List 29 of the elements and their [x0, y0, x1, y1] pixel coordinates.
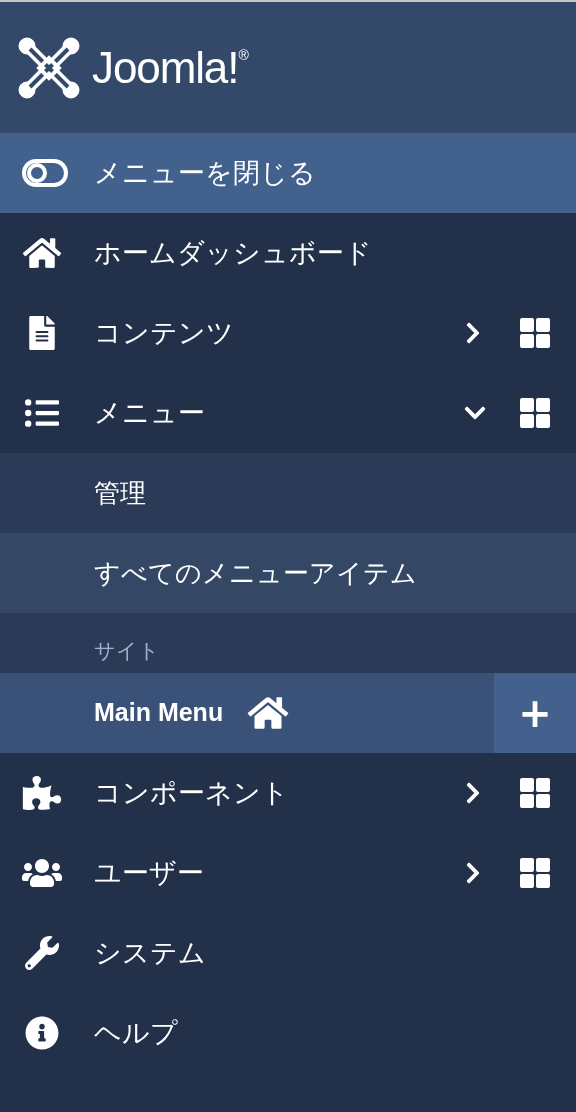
menu-item[interactable]: ホームダッシュボード — [94, 232, 550, 274]
dashboard-grid-icon[interactable] — [520, 778, 550, 808]
menu-item[interactable]: メニュー — [94, 392, 462, 434]
collapse-menu-button[interactable]: メニューを閉じる — [0, 133, 576, 213]
submenu-row[interactable]: 管理 — [0, 453, 576, 533]
menu-item[interactable]: コンテンツ — [94, 312, 462, 354]
menu-item[interactable]: システム — [94, 932, 550, 974]
section-heading: サイト — [94, 637, 160, 665]
dashboard-grid-icon[interactable] — [520, 318, 550, 348]
dashboard-grid-icon[interactable] — [520, 398, 550, 428]
submenu-row[interactable]: Main Menu + — [0, 673, 576, 753]
brand-name[interactable]: Joomla!$^{®}$ — [92, 34, 248, 101]
users-icon — [22, 856, 62, 890]
list-icon — [22, 396, 62, 430]
submenu-row[interactable]: すべてのメニューアイテム — [0, 533, 576, 613]
wrench-icon — [22, 936, 62, 970]
menu-item[interactable]: ヘルプ — [94, 1012, 550, 1054]
toggle-icon — [22, 159, 68, 187]
add-button[interactable]: + — [494, 673, 576, 753]
puzzle-icon — [22, 776, 62, 810]
home-icon — [247, 695, 290, 731]
submenu-link[interactable]: Main Menu — [94, 694, 224, 732]
submenu-link[interactable]: 管理 — [94, 473, 146, 513]
home-icon — [22, 236, 62, 270]
menu-item[interactable]: ユーザー — [94, 852, 462, 894]
menu-item[interactable]: コンポーネント — [94, 772, 462, 814]
submenu-link[interactable]: すべてのメニューアイテム — [94, 553, 417, 593]
dashboard-grid-icon[interactable] — [520, 858, 550, 888]
logo-icon — [18, 36, 80, 99]
